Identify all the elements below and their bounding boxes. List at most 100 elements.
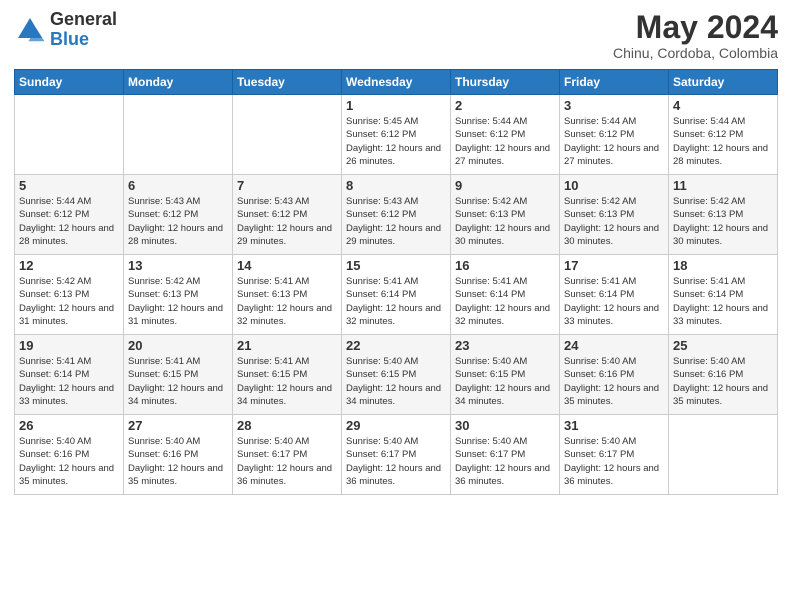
calendar-cell: 14 Sunrise: 5:41 AMSunset: 6:13 PMDayligh… — [233, 255, 342, 335]
day-info: Sunrise: 5:41 AMSunset: 6:14 PMDaylight:… — [673, 275, 773, 328]
day-info: Sunrise: 5:41 AMSunset: 6:15 PMDaylight:… — [237, 355, 337, 408]
week-row-1: 5 Sunrise: 5:44 AMSunset: 6:12 PMDaylight… — [15, 175, 778, 255]
day-number: 9 — [455, 178, 555, 193]
calendar-cell: 9 Sunrise: 5:42 AMSunset: 6:13 PMDaylight… — [451, 175, 560, 255]
calendar-cell: 30Sunrise: 5:40 AMSunset: 6:17 PMDayligh… — [451, 415, 560, 495]
calendar-cell — [15, 95, 124, 175]
day-info: Sunrise: 5:44 AMSunset: 6:12 PMDaylight:… — [673, 115, 773, 168]
week-row-0: 1 Sunrise: 5:45 AMSunset: 6:12 PMDaylight… — [15, 95, 778, 175]
weekday-header-tuesday: Tuesday — [233, 70, 342, 95]
calendar-cell: 15 Sunrise: 5:41 AMSunset: 6:14 PMDayligh… — [342, 255, 451, 335]
day-number: 21 — [237, 338, 337, 353]
day-number: 20 — [128, 338, 228, 353]
weekday-header-thursday: Thursday — [451, 70, 560, 95]
day-info: Sunrise: 5:40 AMSunset: 6:17 PMDaylight:… — [346, 435, 446, 488]
calendar-cell: 2 Sunrise: 5:44 AMSunset: 6:12 PMDaylight… — [451, 95, 560, 175]
weekday-header-wednesday: Wednesday — [342, 70, 451, 95]
day-number: 17 — [564, 258, 664, 273]
weekday-header-saturday: Saturday — [669, 70, 778, 95]
calendar-cell — [233, 95, 342, 175]
day-number: 29 — [346, 418, 446, 433]
calendar-cell: 7 Sunrise: 5:43 AMSunset: 6:12 PMDaylight… — [233, 175, 342, 255]
calendar-cell: 23Sunrise: 5:40 AMSunset: 6:15 PMDayligh… — [451, 335, 560, 415]
calendar-cell — [669, 415, 778, 495]
header: General Blue May 2024 Chinu, Cordoba, Co… — [14, 10, 778, 61]
day-number: 31 — [564, 418, 664, 433]
week-row-2: 12Sunrise: 5:42 AMSunset: 6:13 PMDayligh… — [15, 255, 778, 335]
calendar-cell: 18 Sunrise: 5:41 AMSunset: 6:14 PMDayligh… — [669, 255, 778, 335]
day-info: Sunrise: 5:41 AMSunset: 6:14 PMDaylight:… — [455, 275, 555, 328]
day-number: 26 — [19, 418, 119, 433]
calendar-cell: 26 Sunrise: 5:40 AMSunset: 6:16 PMDayligh… — [15, 415, 124, 495]
day-info: Sunrise: 5:44 AMSunset: 6:12 PMDaylight:… — [455, 115, 555, 168]
calendar-cell: 28 Sunrise: 5:40 AMSunset: 6:17 PMDayligh… — [233, 415, 342, 495]
day-number: 18 — [673, 258, 773, 273]
day-info: Sunrise: 5:41 AMSunset: 6:14 PMDaylight:… — [564, 275, 664, 328]
calendar-table: SundayMondayTuesdayWednesdayThursdayFrid… — [14, 69, 778, 495]
calendar-cell: 6Sunrise: 5:43 AMSunset: 6:12 PMDaylight… — [124, 175, 233, 255]
calendar-cell: 29 Sunrise: 5:40 AMSunset: 6:17 PMDayligh… — [342, 415, 451, 495]
day-info: Sunrise: 5:41 AMSunset: 6:14 PMDaylight:… — [19, 355, 119, 408]
day-number: 27 — [128, 418, 228, 433]
day-info: Sunrise: 5:42 AMSunset: 6:13 PMDaylight:… — [455, 195, 555, 248]
day-info: Sunrise: 5:45 AMSunset: 6:12 PMDaylight:… — [346, 115, 446, 168]
calendar-cell: 24Sunrise: 5:40 AMSunset: 6:16 PMDayligh… — [560, 335, 669, 415]
calendar-cell: 20Sunrise: 5:41 AMSunset: 6:15 PMDayligh… — [124, 335, 233, 415]
day-number: 11 — [673, 178, 773, 193]
calendar-cell — [124, 95, 233, 175]
header-right: May 2024 Chinu, Cordoba, Colombia — [613, 10, 778, 61]
day-number: 2 — [455, 98, 555, 113]
day-number: 28 — [237, 418, 337, 433]
calendar-cell: 13Sunrise: 5:42 AMSunset: 6:13 PMDayligh… — [124, 255, 233, 335]
logo-blue: Blue — [50, 30, 117, 50]
weekday-header-row: SundayMondayTuesdayWednesdayThursdayFrid… — [15, 70, 778, 95]
page: General Blue May 2024 Chinu, Cordoba, Co… — [0, 0, 792, 612]
weekday-header-monday: Monday — [124, 70, 233, 95]
day-info: Sunrise: 5:40 AMSunset: 6:16 PMDaylight:… — [128, 435, 228, 488]
day-number: 7 — [237, 178, 337, 193]
day-info: Sunrise: 5:43 AMSunset: 6:12 PMDaylight:… — [237, 195, 337, 248]
day-number: 1 — [346, 98, 446, 113]
week-row-4: 26 Sunrise: 5:40 AMSunset: 6:16 PMDayligh… — [15, 415, 778, 495]
day-info: Sunrise: 5:40 AMSunset: 6:16 PMDaylight:… — [19, 435, 119, 488]
day-info: Sunrise: 5:40 AMSunset: 6:17 PMDaylight:… — [564, 435, 664, 488]
calendar-cell: 4 Sunrise: 5:44 AMSunset: 6:12 PMDaylight… — [669, 95, 778, 175]
weekday-header-sunday: Sunday — [15, 70, 124, 95]
calendar-cell: 19 Sunrise: 5:41 AMSunset: 6:14 PMDayligh… — [15, 335, 124, 415]
calendar-cell: 22 Sunrise: 5:40 AMSunset: 6:15 PMDayligh… — [342, 335, 451, 415]
day-info: Sunrise: 5:40 AMSunset: 6:17 PMDaylight:… — [237, 435, 337, 488]
location: Chinu, Cordoba, Colombia — [613, 45, 778, 61]
day-info: Sunrise: 5:40 AMSunset: 6:16 PMDaylight:… — [673, 355, 773, 408]
logo: General Blue — [14, 10, 117, 50]
calendar-cell: 17 Sunrise: 5:41 AMSunset: 6:14 PMDayligh… — [560, 255, 669, 335]
calendar-cell: 25Sunrise: 5:40 AMSunset: 6:16 PMDayligh… — [669, 335, 778, 415]
day-number: 14 — [237, 258, 337, 273]
day-info: Sunrise: 5:40 AMSunset: 6:15 PMDaylight:… — [455, 355, 555, 408]
logo-general: General — [50, 10, 117, 30]
day-info: Sunrise: 5:41 AMSunset: 6:13 PMDaylight:… — [237, 275, 337, 328]
day-number: 19 — [19, 338, 119, 353]
day-info: Sunrise: 5:42 AMSunset: 6:13 PMDaylight:… — [128, 275, 228, 328]
calendar-cell: 10Sunrise: 5:42 AMSunset: 6:13 PMDayligh… — [560, 175, 669, 255]
calendar-cell: 12Sunrise: 5:42 AMSunset: 6:13 PMDayligh… — [15, 255, 124, 335]
logo-icon — [14, 14, 46, 46]
day-info: Sunrise: 5:40 AMSunset: 6:16 PMDaylight:… — [564, 355, 664, 408]
calendar-cell: 8Sunrise: 5:43 AMSunset: 6:12 PMDaylight… — [342, 175, 451, 255]
day-info: Sunrise: 5:42 AMSunset: 6:13 PMDaylight:… — [19, 275, 119, 328]
day-info: Sunrise: 5:42 AMSunset: 6:13 PMDaylight:… — [673, 195, 773, 248]
weekday-header-friday: Friday — [560, 70, 669, 95]
day-info: Sunrise: 5:44 AMSunset: 6:12 PMDaylight:… — [19, 195, 119, 248]
day-number: 15 — [346, 258, 446, 273]
day-info: Sunrise: 5:42 AMSunset: 6:13 PMDaylight:… — [564, 195, 664, 248]
calendar-cell: 3Sunrise: 5:44 AMSunset: 6:12 PMDaylight… — [560, 95, 669, 175]
day-info: Sunrise: 5:43 AMSunset: 6:12 PMDaylight:… — [128, 195, 228, 248]
day-info: Sunrise: 5:40 AMSunset: 6:17 PMDaylight:… — [455, 435, 555, 488]
day-number: 4 — [673, 98, 773, 113]
day-number: 22 — [346, 338, 446, 353]
day-info: Sunrise: 5:44 AMSunset: 6:12 PMDaylight:… — [564, 115, 664, 168]
day-number: 5 — [19, 178, 119, 193]
week-row-3: 19 Sunrise: 5:41 AMSunset: 6:14 PMDayligh… — [15, 335, 778, 415]
day-info: Sunrise: 5:40 AMSunset: 6:15 PMDaylight:… — [346, 355, 446, 408]
day-info: Sunrise: 5:41 AMSunset: 6:14 PMDaylight:… — [346, 275, 446, 328]
calendar-cell: 31 Sunrise: 5:40 AMSunset: 6:17 PMDayligh… — [560, 415, 669, 495]
